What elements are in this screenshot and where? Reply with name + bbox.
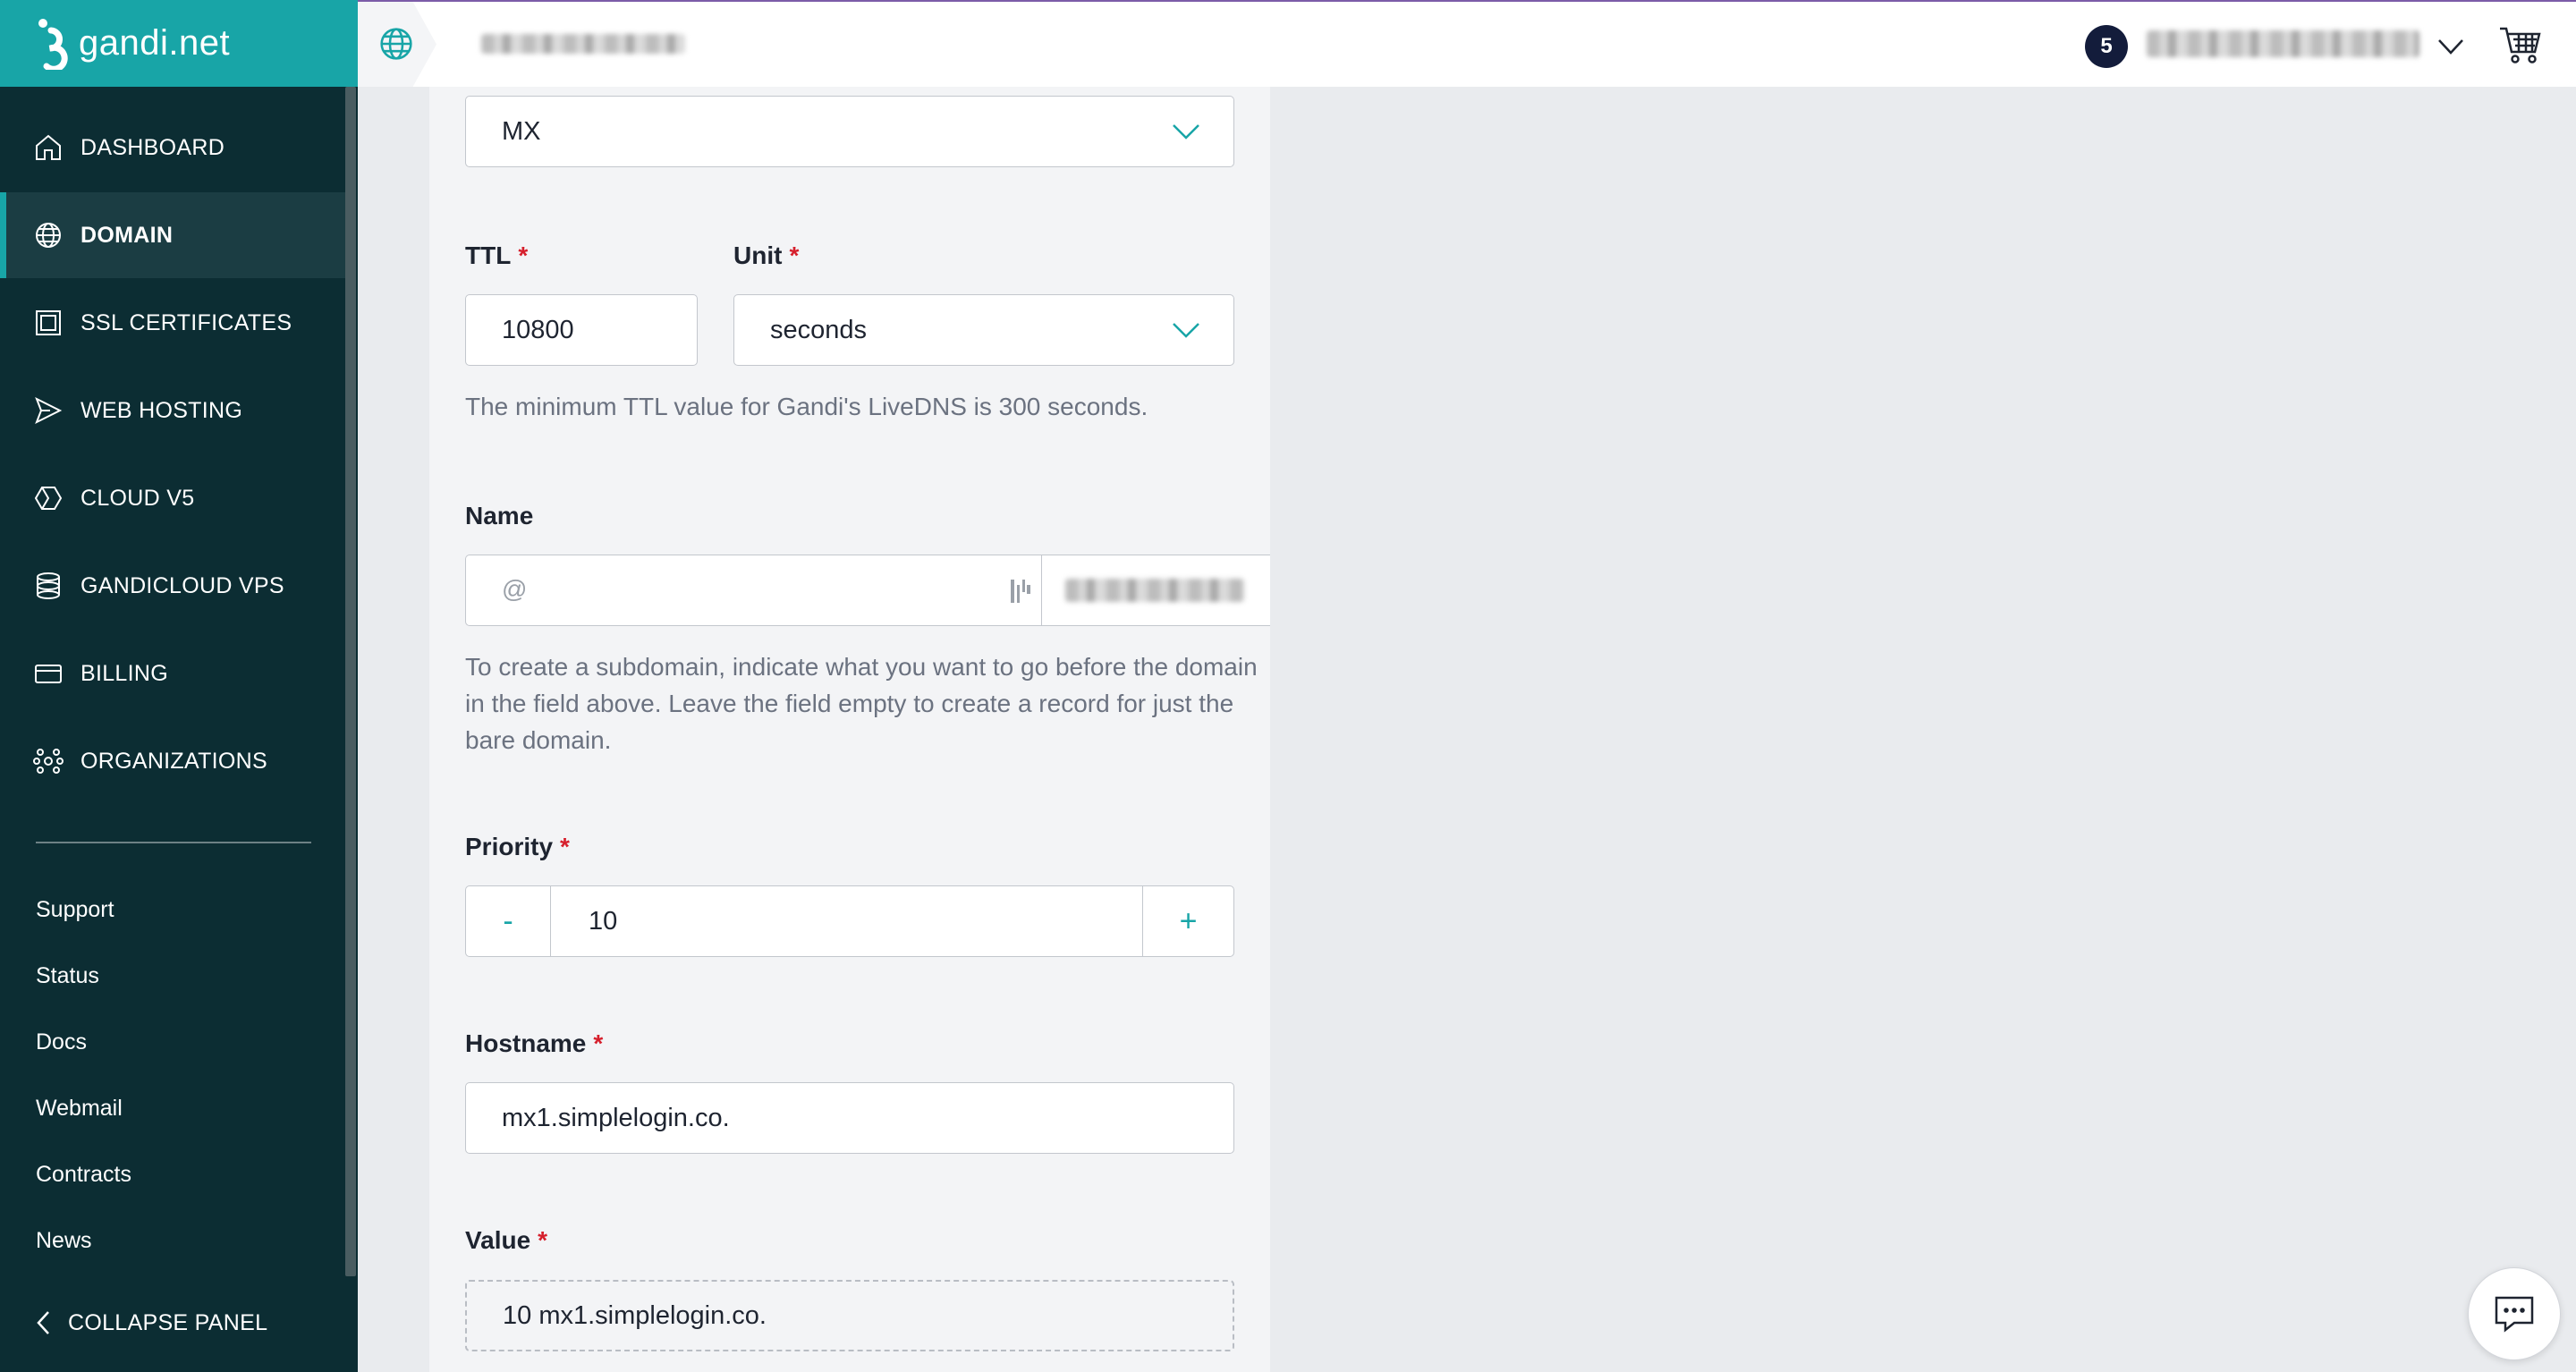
hostname-label-text: Hostname xyxy=(465,1029,587,1057)
collapse-panel-label: COLLAPSE PANEL xyxy=(68,1309,268,1335)
chevron-down-icon[interactable] xyxy=(2435,30,2467,63)
sidebar-divider xyxy=(36,842,311,843)
priority-decrement-button[interactable]: - xyxy=(465,885,551,957)
name-input[interactable]: @ xyxy=(465,555,1041,626)
password-manager-icon[interactable] xyxy=(1009,576,1032,606)
name-label: Name xyxy=(465,502,533,530)
nav-label: DOMAIN xyxy=(80,222,174,248)
hostname-value: mx1.simplelogin.co. xyxy=(502,1103,730,1132)
cloud-hexagon-icon xyxy=(34,487,63,510)
domain-breadcrumb-tab[interactable] xyxy=(358,2,436,87)
priority-value: 10 xyxy=(589,906,618,936)
name-placeholder: @ xyxy=(502,575,528,603)
top-bar: 5 xyxy=(358,0,2576,87)
value-label: Value * xyxy=(465,1226,547,1255)
required-mark: * xyxy=(518,241,529,269)
redacted-domain-name xyxy=(481,34,685,54)
redacted-account-name[interactable] xyxy=(2147,30,2419,57)
link-support[interactable]: Support xyxy=(36,897,114,923)
certificate-icon xyxy=(36,310,61,335)
value-label-text: Value xyxy=(465,1226,531,1254)
priority-input[interactable]: 10 xyxy=(550,885,1143,957)
priority-label-text: Priority xyxy=(465,833,554,860)
link-webmail[interactable]: Webmail xyxy=(36,1096,123,1122)
ttl-help-text: The minimum TTL value for Gandi's LiveDN… xyxy=(465,393,1148,420)
sidebar-scrollbar[interactable] xyxy=(345,87,356,1276)
nav-label: GANDICLOUD VPS xyxy=(80,572,284,598)
name-help-text: To create a subdomain, indicate what you… xyxy=(465,653,1258,754)
link-status[interactable]: Status xyxy=(36,963,99,989)
name-label-text: Name xyxy=(465,502,534,529)
network-icon xyxy=(33,749,64,774)
domain-suffix xyxy=(1041,555,1270,626)
sidebar: gandi.net DASHBOARD DOMAIN SSL CERTIFICA… xyxy=(0,0,358,1372)
brand-name: gandi.net xyxy=(79,23,231,63)
nav-item-gandicloud-vps[interactable]: GANDICLOUD VPS xyxy=(0,543,345,629)
gandi-logo-icon xyxy=(38,18,68,70)
gandi-logo[interactable]: gandi.net xyxy=(0,0,358,87)
globe-icon xyxy=(380,28,412,60)
chevron-left-icon xyxy=(37,1311,49,1334)
required-mark: * xyxy=(593,1029,604,1057)
unit-label-text: Unit xyxy=(733,241,783,269)
globe-icon xyxy=(36,223,61,248)
chevron-down-icon xyxy=(1173,124,1199,140)
notification-badge[interactable]: 5 xyxy=(2085,25,2128,68)
dns-record-form: MX TTL * 10800 Unit * seconds The minimum … xyxy=(429,87,1270,1372)
value-preview-text: 10 mx1.simplelogin.co. xyxy=(503,1300,767,1330)
chat-bubble-icon xyxy=(2495,1296,2534,1333)
nav-label: ORGANIZATIONS xyxy=(80,748,268,774)
priority-label: Priority * xyxy=(465,833,570,861)
priority-increment-button[interactable]: + xyxy=(1142,885,1234,957)
link-docs[interactable]: Docs xyxy=(36,1029,87,1055)
ttl-value: 10800 xyxy=(502,315,574,344)
required-mark: * xyxy=(538,1226,548,1254)
send-icon xyxy=(35,396,63,425)
nav-item-billing[interactable]: BILLING xyxy=(0,631,345,716)
nav-item-domain[interactable]: DOMAIN xyxy=(0,192,345,278)
unit-value: seconds xyxy=(770,315,868,344)
nav-label: DASHBOARD xyxy=(80,134,225,160)
credit-card-icon xyxy=(35,665,62,683)
nav-item-web-hosting[interactable]: WEB HOSTING xyxy=(0,368,345,453)
nav-label: WEB HOSTING xyxy=(80,397,243,423)
chevron-down-icon xyxy=(1173,323,1199,338)
home-icon xyxy=(36,134,61,160)
unit-label: Unit * xyxy=(733,241,799,270)
ttl-label: TTL * xyxy=(465,241,528,270)
collapse-panel-button[interactable]: COLLAPSE PANEL xyxy=(32,1308,267,1338)
ttl-input[interactable]: 10800 xyxy=(465,294,698,366)
link-news[interactable]: News xyxy=(36,1228,92,1254)
hostname-label: Hostname * xyxy=(465,1029,603,1058)
nav-item-ssl-certificates[interactable]: SSL CERTIFICATES xyxy=(0,280,345,366)
required-mark: * xyxy=(789,241,800,269)
nav-item-organizations[interactable]: ORGANIZATIONS xyxy=(0,718,345,804)
value-preview-field: 10 mx1.simplelogin.co. xyxy=(465,1280,1234,1351)
record-type-select[interactable]: MX xyxy=(465,96,1234,167)
record-type-value: MX xyxy=(502,116,541,146)
required-mark: * xyxy=(560,833,570,860)
ttl-label-text: TTL xyxy=(465,241,512,269)
nav-label: CLOUD V5 xyxy=(80,485,195,511)
nav-label: SSL CERTIFICATES xyxy=(80,309,292,335)
link-contracts[interactable]: Contracts xyxy=(36,1162,131,1188)
chat-support-button[interactable] xyxy=(2468,1267,2561,1360)
nav-item-cloud-v5[interactable]: CLOUD V5 xyxy=(0,455,345,541)
unit-select[interactable]: seconds xyxy=(733,294,1234,366)
hostname-input[interactable]: mx1.simplelogin.co. xyxy=(465,1082,1234,1154)
nav-item-dashboard[interactable]: DASHBOARD xyxy=(0,105,345,191)
server-stack-icon xyxy=(37,572,60,599)
nav-label: BILLING xyxy=(80,660,168,686)
redacted-domain-suffix xyxy=(1065,579,1244,602)
shopping-cart-icon[interactable] xyxy=(2497,21,2544,68)
